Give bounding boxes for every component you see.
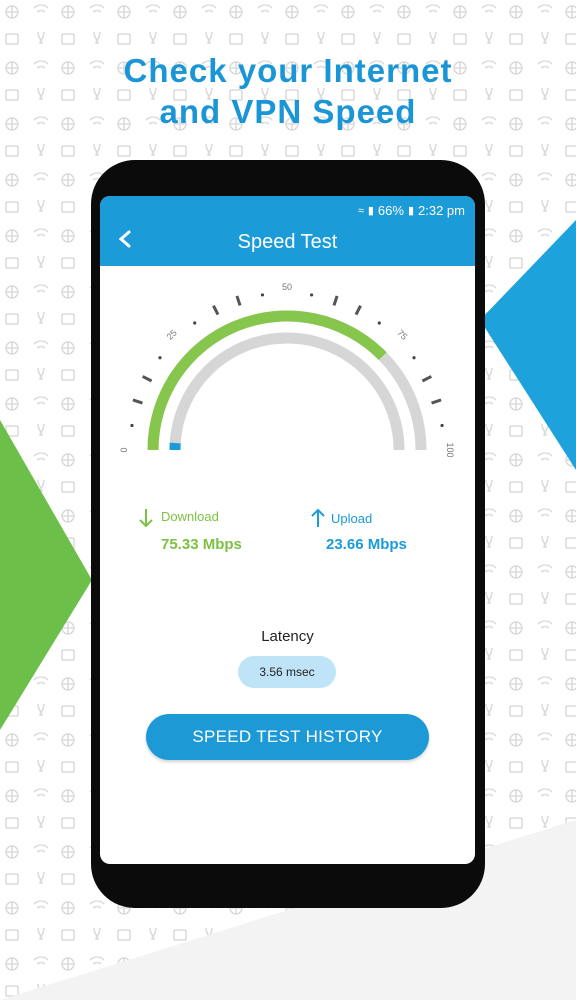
gauge-minor-tick	[440, 423, 444, 428]
gauge-inner-track	[169, 332, 405, 451]
battery-percent: 66%	[377, 203, 404, 218]
upload-value: 23.66 Mbps	[326, 536, 407, 553]
signal-icon: ▮	[367, 205, 374, 217]
latency-label: Latency	[261, 628, 314, 645]
gauge-tick-label: 100	[445, 442, 455, 457]
gauge-minor-tick	[412, 356, 416, 360]
gauge-major-tick	[132, 398, 143, 405]
gauge-minor-tick	[377, 321, 381, 325]
gauge-major-tick	[354, 304, 362, 316]
app-bar: ≈ ▮ 66% ▮ 2:32 pm Speed Test	[100, 196, 475, 266]
gauge-minor-tick	[260, 293, 265, 297]
arrow-down-icon	[139, 509, 153, 528]
gauge-major-tick	[431, 398, 442, 405]
blue-diamond-shape	[480, 220, 576, 470]
status-time: 2:32 pm	[418, 203, 465, 218]
gauge-tick-label: 50	[282, 282, 292, 292]
gauge-major-tick	[332, 295, 339, 306]
wifi-icon: ≈	[357, 204, 364, 217]
download-value: 75.33 Mbps	[161, 536, 242, 553]
speed-gauge: 0 25 50 75 100	[119, 282, 455, 458]
gauge-major-tick	[141, 375, 153, 383]
headline: Check your Internet and VPN Speed	[0, 50, 576, 132]
speed-test-history-button[interactable]: SPEED TEST HISTORY	[146, 714, 429, 760]
gauge-labels: 0 25 50 75 100	[119, 282, 455, 458]
headline-line-1: Check your Internet	[123, 52, 453, 89]
page-title: Speed Test	[237, 231, 338, 253]
status-bar: ≈ ▮ 66% ▮ 2:32 pm	[358, 203, 465, 218]
gauge-minor-tick	[130, 423, 134, 428]
download-label: Download	[161, 509, 219, 524]
latency-badge: 3.56 msec	[238, 656, 336, 688]
green-diamond-shape	[0, 420, 92, 730]
gauge-minor-tick	[158, 356, 162, 360]
gauge-tick-label: 25	[165, 328, 179, 342]
upload-label: Upload	[331, 511, 373, 526]
battery-icon: ▮	[407, 205, 415, 217]
gauge-minor-tick	[309, 293, 314, 297]
gauge-major-tick	[421, 375, 433, 383]
gauge-tick-label: 75	[395, 328, 409, 342]
arrow-up-icon	[311, 508, 325, 527]
gauge-major-tick	[235, 295, 242, 306]
gauge-tick-label: 0	[119, 447, 129, 452]
app-screen: ≈ ▮ 66% ▮ 2:32 pm Speed Test 0 25 50 75 100 …	[100, 196, 475, 864]
gauge-major-tick	[212, 304, 220, 316]
headline-line-2: and VPN Speed	[159, 93, 417, 130]
gauge-minor-tick	[193, 321, 197, 325]
